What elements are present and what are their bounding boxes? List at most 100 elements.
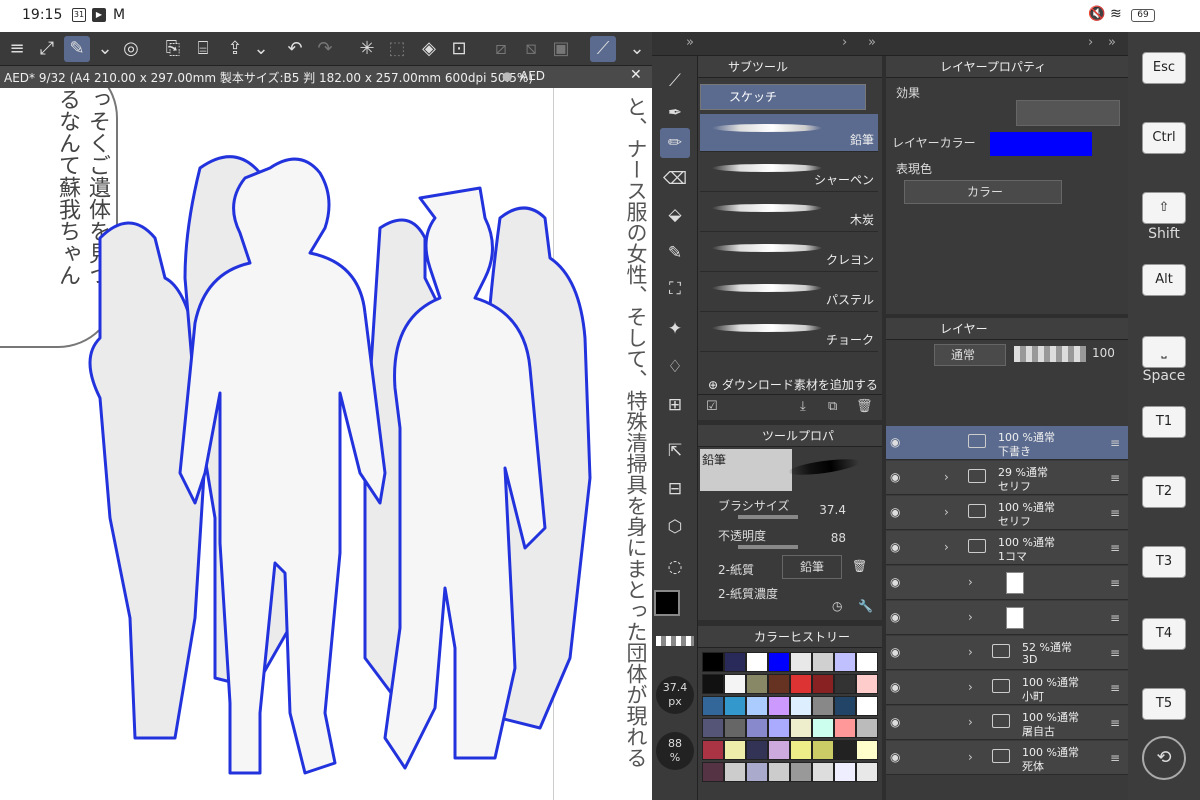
color-swatch[interactable]	[790, 696, 812, 716]
doc-info-tab[interactable]: AED* 9/32 (A4 210.00 x 297.00mm 製本サイズ:B5…	[4, 69, 533, 86]
eye-icon[interactable]: ◉	[890, 610, 900, 624]
layer-row[interactable]: ◉ 100 %通常 下書き ≡	[886, 426, 1128, 460]
color-swatch[interactable]	[768, 674, 790, 694]
color-swatch[interactable]	[812, 762, 834, 782]
layer-row[interactable]: ◉ › 52 %通常 3D ≡	[886, 636, 1128, 670]
layer-row[interactable]: ◉ › ≡	[886, 601, 1128, 635]
export-icon[interactable]: ⇪	[222, 36, 248, 62]
t4-key[interactable]: T4	[1142, 618, 1186, 650]
chevron-icon[interactable]: ›	[968, 610, 973, 624]
color-swatch[interactable]	[746, 652, 768, 672]
chevron-down-icon[interactable]: ⌄	[624, 36, 650, 62]
import-icon[interactable]: ⤓	[800, 399, 806, 414]
eye-icon[interactable]: ◉	[890, 575, 900, 589]
drawing-canvas[interactable]: さっそくご遺体を見つけるなんて蘇我ちゃんの と、ナース服の女性、そして、特殊清掃…	[0, 88, 652, 800]
color-swatch[interactable]	[746, 718, 768, 738]
rotate-icon[interactable]: ⟲	[1142, 736, 1186, 780]
brush-size-field[interactable]: 37.4	[819, 503, 846, 517]
color-swatch[interactable]	[812, 740, 834, 760]
eye-icon[interactable]: ◉	[890, 435, 900, 449]
color-swatch[interactable]	[724, 674, 746, 694]
color-swatch[interactable]	[746, 674, 768, 694]
esc-key[interactable]: Esc	[1142, 52, 1186, 84]
fill-icon[interactable]: ◈	[416, 36, 442, 62]
pencil-icon[interactable]: ✏	[660, 128, 690, 158]
color-swatch[interactable]	[768, 718, 790, 738]
shift-key[interactable]: ⇧	[1142, 192, 1186, 224]
sparkle-icon[interactable]: ✦	[660, 314, 690, 344]
download-material-button[interactable]: ⊕ ダウンロード素材を追加する	[708, 376, 878, 393]
redo-icon[interactable]: ↷	[312, 36, 338, 62]
chevron-icon[interactable]: ›	[968, 680, 973, 694]
color-swatch[interactable]	[724, 652, 746, 672]
opacity-indicator[interactable]: 88 %	[656, 732, 694, 770]
undo-icon[interactable]: ↶	[282, 36, 308, 62]
spiral-icon[interactable]: ◎	[118, 36, 144, 62]
color-swatch[interactable]	[702, 696, 724, 716]
color-swatch[interactable]	[856, 674, 878, 694]
subtool-item[interactable]: クレヨン	[700, 234, 878, 272]
color-swatch[interactable]	[746, 740, 768, 760]
color-swatch[interactable]	[746, 762, 768, 782]
color-swatch[interactable]	[812, 718, 834, 738]
layer-menu-icon[interactable]: ≡	[1110, 716, 1120, 730]
layer-row[interactable]: ◉ › 100 %通常 セリフ ≡	[886, 496, 1128, 530]
chevron-down-icon[interactable]: ⌄	[248, 36, 274, 62]
edit-icon[interactable]: ✎	[64, 36, 90, 62]
new-file-icon[interactable]: ⎘	[160, 36, 186, 62]
snap-icon[interactable]: ⟋	[590, 36, 616, 62]
eye-icon[interactable]: ◉	[890, 470, 900, 484]
panel-collapse-bar[interactable]: » › » › »	[652, 32, 1128, 56]
menu-icon[interactable]: ≡	[4, 36, 30, 62]
color-swatch[interactable]	[702, 762, 724, 782]
layer-menu-icon[interactable]: ≡	[1110, 506, 1120, 520]
opacity-field[interactable]: 88	[831, 531, 846, 545]
eye-icon[interactable]: ◉	[890, 750, 900, 764]
chevron-icon[interactable]: ›	[968, 575, 973, 589]
color-swatch[interactable]	[702, 718, 724, 738]
alt-key[interactable]: Alt	[1142, 264, 1186, 296]
color-swatch[interactable]	[856, 652, 878, 672]
close-icon[interactable]: ✕	[630, 67, 642, 83]
color-swatch[interactable]	[768, 652, 790, 672]
chevron-icon[interactable]: ›	[968, 750, 973, 764]
wrench-icon[interactable]: 🔧	[858, 599, 873, 613]
color-swatch[interactable]	[790, 652, 812, 672]
layer-row[interactable]: ◉ › 100 %通常 死体 ≡	[886, 741, 1128, 775]
layer-menu-icon[interactable]: ≡	[1110, 751, 1120, 765]
eye-icon[interactable]: ◉	[890, 645, 900, 659]
color-swatch[interactable]	[790, 674, 812, 694]
color-swatch[interactable]	[834, 674, 856, 694]
layer-row[interactable]: ◉ › 29 %通常 セリフ ≡	[886, 461, 1128, 495]
t3-key[interactable]: T3	[1142, 546, 1186, 578]
blend-icon[interactable]: ♢	[660, 352, 690, 382]
pen-icon[interactable]: ✒	[660, 98, 690, 128]
color-swatch[interactable]	[746, 696, 768, 716]
layer-row[interactable]: ◉ › 100 %通常 屠自古 ≡	[886, 706, 1128, 740]
color-swatch[interactable]	[724, 740, 746, 760]
fill-bucket-icon[interactable]: ⬙	[660, 200, 690, 230]
color-swatch[interactable]	[702, 740, 724, 760]
duplicate-icon[interactable]: ⧉	[828, 399, 837, 414]
color-swatch[interactable]	[768, 762, 790, 782]
subtool-item[interactable]: パステル	[700, 274, 878, 312]
layer-opacity-slider[interactable]	[1014, 346, 1086, 362]
color-swatch[interactable]	[702, 674, 724, 694]
color-swatch[interactable]	[856, 740, 878, 760]
layer-row[interactable]: ◉ › 100 %通常 1コマ ≡	[886, 531, 1128, 565]
color-swatch[interactable]	[834, 740, 856, 760]
brush-size-indicator[interactable]: 37.4 px	[656, 676, 694, 714]
layer-menu-icon[interactable]: ≡	[1110, 471, 1120, 485]
layer-row[interactable]: ◉ › 100 %通常 小町 ≡	[886, 671, 1128, 705]
chevron-icon[interactable]: ›	[968, 645, 973, 659]
color-swatch[interactable]	[834, 696, 856, 716]
trash-icon[interactable]: 🗑	[852, 559, 867, 573]
grid-icon[interactable]: ⊞	[660, 390, 690, 420]
crop-icon[interactable]: ⧅	[518, 36, 544, 62]
eye-icon[interactable]: ◉	[890, 540, 900, 554]
subtool-item[interactable]: シャーペン	[700, 154, 878, 192]
color-swatch[interactable]	[812, 696, 834, 716]
color-swatch[interactable]	[790, 762, 812, 782]
stamp-icon[interactable]: ⛶	[660, 274, 690, 304]
color-swatch[interactable]	[724, 696, 746, 716]
